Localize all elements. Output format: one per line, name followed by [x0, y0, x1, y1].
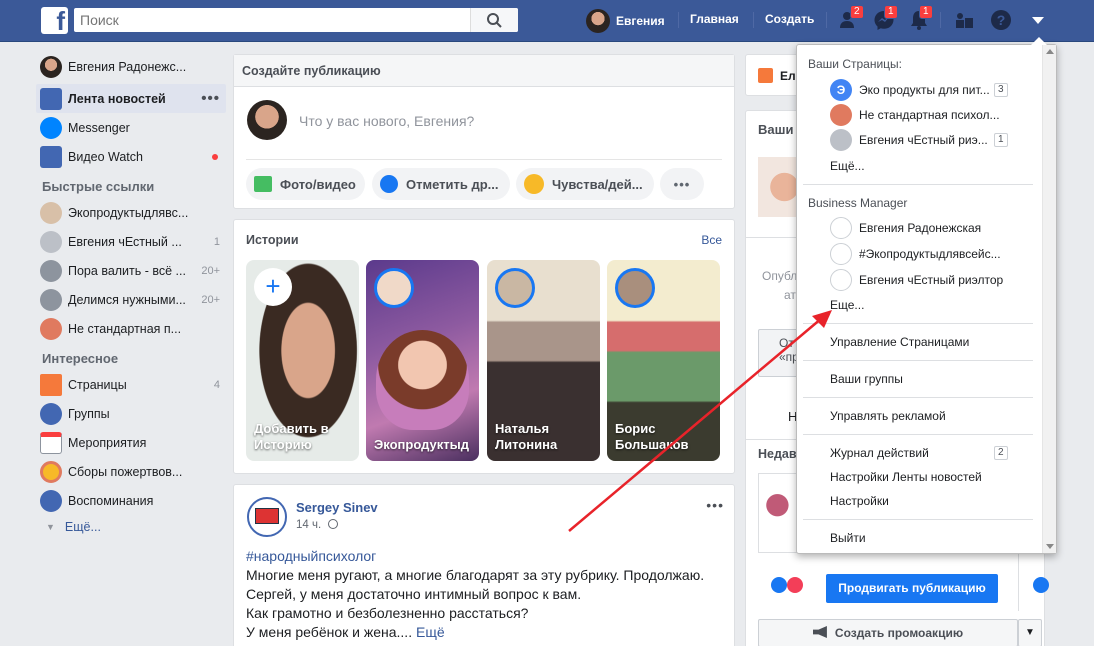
annotation-arrow — [568, 310, 832, 532]
